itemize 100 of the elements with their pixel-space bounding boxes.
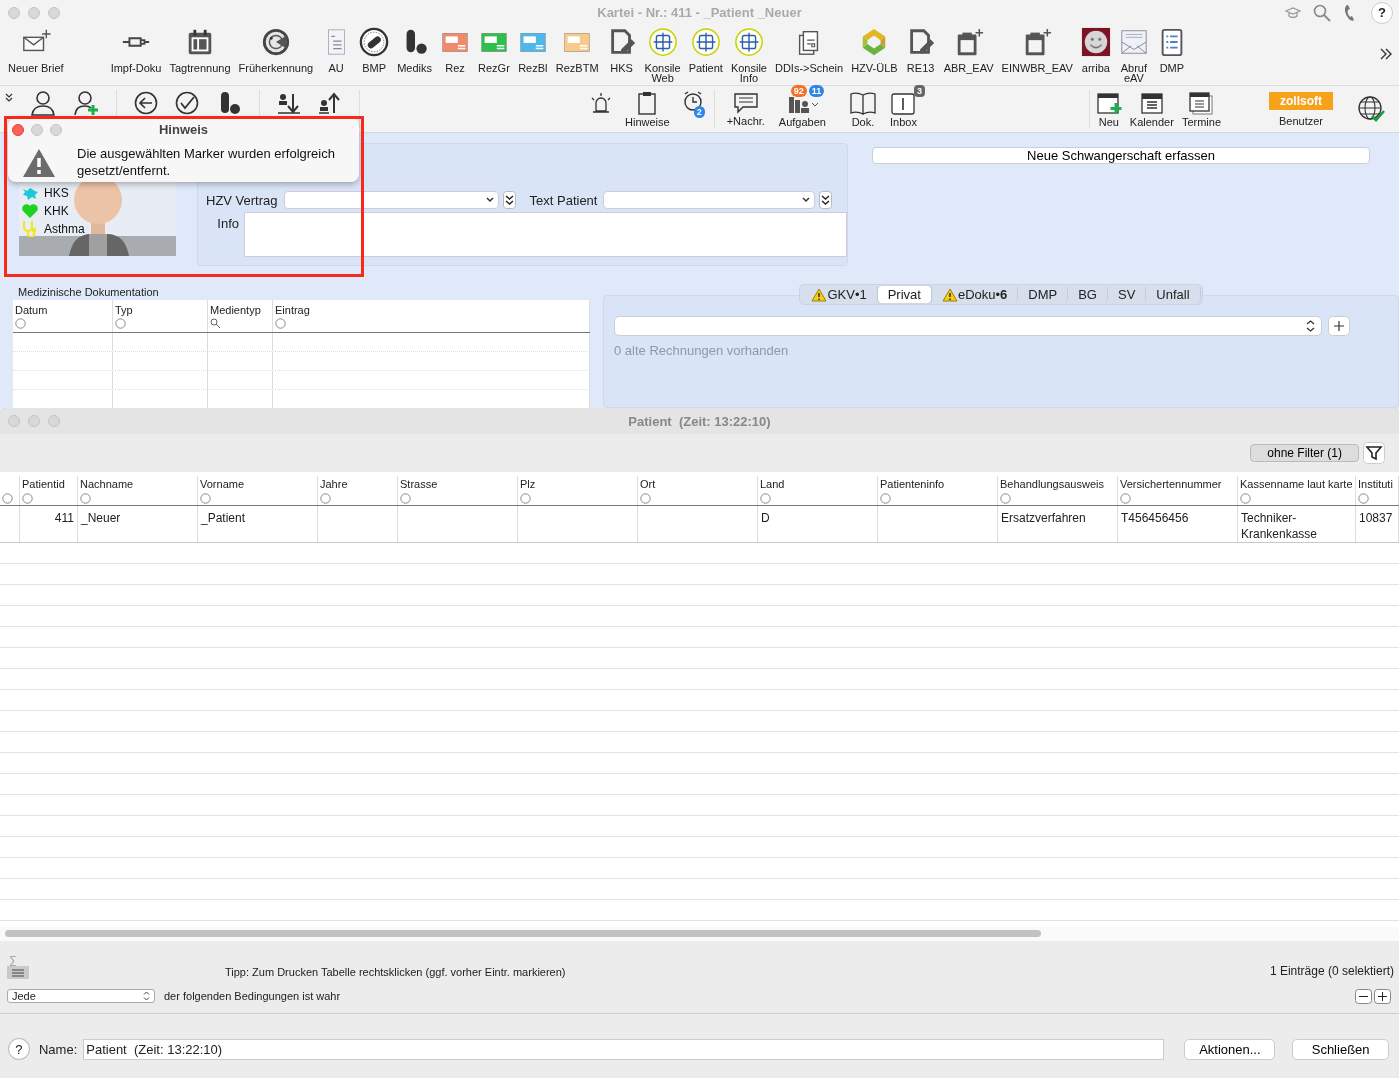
circle-icon[interactable] — [1000, 493, 1011, 504]
tab[interactable]: SV — [1107, 286, 1147, 303]
dialog-button[interactable]: Schließen — [1292, 1038, 1389, 1060]
condition-select[interactable]: Jede — [7, 989, 155, 1003]
column-header[interactable]: Plz — [520, 478, 637, 490]
toolbar-button[interactable]: Konsile Info — [727, 25, 770, 83]
column-header[interactable]: Medientyp — [210, 304, 270, 316]
column-header[interactable]: Patientid — [22, 478, 77, 490]
column-header[interactable]: Patienteninfo — [880, 478, 997, 490]
column-header[interactable]: Versichertennummer — [1120, 478, 1237, 490]
column-header[interactable]: Kassenname laut karte — [1240, 478, 1355, 490]
toolbar-button[interactable]: Patient — [685, 25, 726, 73]
expand-icon[interactable] — [502, 191, 516, 209]
tab[interactable]: Unfall — [1146, 286, 1201, 303]
invoice-select[interactable] — [614, 316, 1322, 336]
add-person-icon[interactable] — [73, 90, 99, 116]
circle-icon[interactable] — [115, 318, 126, 329]
toolbar-button[interactable]: Tagtrennung — [166, 25, 234, 73]
column-header[interactable]: Instituti — [1358, 478, 1398, 490]
alarm-light-icon[interactable] — [589, 91, 613, 115]
tab[interactable]: eDoku•6 — [931, 286, 1019, 303]
help-button[interactable]: ? — [8, 1038, 30, 1060]
circle-icon[interactable] — [760, 493, 771, 504]
toolbar-button[interactable]: Konsile Web — [641, 25, 684, 83]
toolbar-button[interactable]: Früherkennung — [235, 25, 317, 73]
help-button[interactable]: ? — [1371, 1, 1393, 24]
tasks-button[interactable]: Aufgaben 92 11 — [776, 84, 838, 128]
tab[interactable]: BG — [1068, 286, 1108, 303]
circle-icon[interactable] — [80, 493, 91, 504]
circle-icon[interactable] — [1240, 493, 1251, 504]
circle-icon[interactable] — [2, 493, 13, 504]
column-header[interactable]: Eintrag — [275, 304, 587, 316]
toolbar-button[interactable]: Impf-Doku — [107, 25, 165, 73]
toolbar-button[interactable]: DMP — [1153, 25, 1190, 73]
calendar-button[interactable]: Neu — [1093, 90, 1124, 128]
toolbar-button[interactable]: arriba — [1077, 25, 1114, 73]
toolbar-button[interactable]: ABR_EAV — [940, 25, 997, 73]
toolbar-button[interactable]: BMP — [356, 25, 393, 73]
inbox-button[interactable]: Inbox 3 — [887, 84, 929, 128]
toolbar-button[interactable]: Abruf eAV — [1115, 25, 1152, 83]
column-header[interactable]: Ort — [640, 478, 757, 490]
pregnancy-button[interactable]: Neue Schwangerschaft erfassen — [872, 147, 1370, 164]
toolbar-button[interactable]: AU — [318, 25, 355, 73]
toolbar-button[interactable]: HKS — [603, 25, 640, 73]
person-icon[interactable] — [30, 90, 56, 116]
column-header[interactable]: Nachname — [80, 478, 197, 490]
circle-icon[interactable] — [1120, 493, 1131, 504]
calendar-button[interactable]: Termine — [1179, 90, 1223, 128]
minimize-button[interactable] — [31, 124, 43, 136]
minimize-button[interactable] — [28, 6, 40, 19]
circle-icon[interactable] — [400, 493, 411, 504]
tab[interactable]: Privat — [877, 286, 932, 303]
zoom-button[interactable] — [48, 415, 60, 427]
circle-icon[interactable] — [640, 493, 651, 504]
close-button[interactable] — [8, 6, 20, 19]
new-message-button[interactable]: +Nachr. — [724, 91, 767, 127]
toolbar-button[interactable]: RE13 — [902, 25, 939, 73]
down-arrow-person-icon[interactable] — [277, 91, 301, 115]
notices-button[interactable]: Hinweise — [623, 90, 672, 128]
circle-icon[interactable] — [1358, 493, 1369, 504]
zoom-button[interactable] — [50, 124, 62, 136]
tab[interactable]: GKV•1 — [801, 286, 878, 303]
column-header[interactable]: Vorname — [200, 478, 317, 490]
calendar-button[interactable]: Kalender — [1127, 90, 1176, 128]
toolbar-button[interactable]: RezGr — [475, 25, 513, 73]
expand-icon[interactable] — [819, 191, 833, 209]
scrollbar-thumb[interactable] — [5, 930, 1041, 937]
column-header[interactable]: Datum — [15, 304, 110, 316]
documents-button[interactable]: Dok. — [847, 90, 878, 128]
minimize-button[interactable] — [28, 415, 40, 427]
info-field[interactable] — [244, 212, 847, 257]
toolbar-button[interactable]: RezBTM — [552, 25, 602, 73]
toolbar-button[interactable]: Rez — [437, 25, 473, 73]
circle-icon[interactable] — [275, 318, 286, 329]
up-arrow-person-icon[interactable] — [318, 91, 342, 115]
circle-icon[interactable] — [15, 318, 26, 329]
toolbar-button[interactable]: RezBl — [514, 25, 551, 73]
circle-icon[interactable] — [200, 493, 211, 504]
graduation-cap-icon[interactable] — [1285, 6, 1301, 19]
column-header[interactable]: Strasse — [400, 478, 517, 490]
search-icon[interactable] — [210, 318, 221, 329]
column-header[interactable]: Land — [760, 478, 877, 490]
check-circle-icon[interactable] — [175, 91, 199, 115]
more-chevron-icon[interactable] — [1379, 47, 1393, 61]
column-header[interactable]: Jahre — [320, 478, 397, 490]
remove-icon[interactable] — [1355, 988, 1372, 1004]
collapse-chevron-icon[interactable] — [5, 93, 13, 103]
filter-icon[interactable] — [1363, 442, 1385, 464]
search-icon[interactable] — [1313, 3, 1331, 22]
user-button[interactable]: zollsoft Benutzer — [1267, 91, 1335, 127]
circle-icon[interactable] — [22, 493, 33, 504]
toolbar-button[interactable]: HZV-ÜLB — [848, 25, 901, 73]
dialog-button[interactable]: Aktionen... — [1184, 1038, 1276, 1060]
circle-icon[interactable] — [320, 493, 331, 504]
circle-icon[interactable] — [880, 493, 891, 504]
toolbar-button[interactable]: DDIs->Schein — [772, 25, 847, 73]
globe-check-icon[interactable] — [1357, 95, 1385, 123]
zoom-button[interactable] — [48, 6, 60, 19]
toolbar-button[interactable]: Mediks — [394, 25, 435, 73]
column-header[interactable]: Typ — [115, 304, 205, 316]
